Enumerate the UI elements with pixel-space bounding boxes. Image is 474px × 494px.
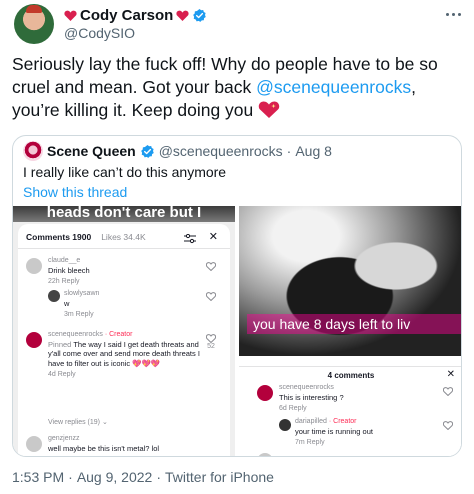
filter-icon[interactable] xyxy=(184,231,196,244)
footer-separator: · xyxy=(68,469,73,485)
comment-pinned: scenequeenrocks · Creator Pinned The way… xyxy=(48,330,200,380)
tweet: Cody Carson @CodySIO Seriously lay the f… xyxy=(0,0,474,494)
comment-username: scenequeenrocks · Creator xyxy=(48,330,200,340)
like-icon[interactable] xyxy=(443,387,453,401)
comments-sheet: 4 comments ✕ scenequeenrocks This is int… xyxy=(239,366,461,456)
comment-text: Pinned The way I said I get death threat… xyxy=(48,340,200,369)
close-icon[interactable]: ✕ xyxy=(209,230,218,243)
comment-text: well maybe be this isn't metal? lol xyxy=(48,443,160,453)
tab-comments[interactable]: Comments 1900 xyxy=(26,232,91,242)
quote-date[interactable]: Aug 8 xyxy=(295,143,332,159)
video-caption-banner: heads don't care but I xyxy=(13,206,235,222)
comment-text: w xyxy=(64,298,70,308)
more-options-button[interactable] xyxy=(442,6,464,22)
quote-header: Scene Queen @scenequeenrocks · Aug 8 xyxy=(23,141,332,161)
show-thread-link[interactable]: Show this thread xyxy=(23,184,127,200)
comment-reply: dariapilled · Creator your time is runni… xyxy=(295,417,435,448)
red-heart-icon xyxy=(176,9,189,21)
comment: claude__e Drink bleech 22h Reply xyxy=(48,256,198,287)
commenter-avatar xyxy=(26,332,42,348)
commenter-avatar xyxy=(26,258,42,274)
comment-username-text: dariapilled xyxy=(295,418,327,425)
commenter-avatar xyxy=(26,436,42,452)
comment-meta[interactable]: 22h Reply xyxy=(48,277,198,287)
comment-username: dariapilled · Creator xyxy=(295,417,435,427)
comments-sheet: Comments 1900 Likes 34.4K ✕ claude__e Dr… xyxy=(18,224,230,456)
like-count: 52 xyxy=(207,343,215,350)
tweet-source[interactable]: Twitter for iPhone xyxy=(165,469,274,485)
threat-overlay-text: you have 8 days left to liv xyxy=(247,314,461,334)
comment-username: slowlysawn xyxy=(64,290,100,297)
close-icon[interactable]: ✕ xyxy=(447,369,455,380)
quote-display-name[interactable]: Scene Queen xyxy=(47,143,136,159)
like-icon[interactable] xyxy=(206,262,216,276)
comment-meta[interactable]: 7m Reply xyxy=(295,438,435,448)
comments-count: 4 comments xyxy=(327,371,375,380)
commenter-avatar xyxy=(48,290,60,302)
footer-separator: · xyxy=(156,469,161,485)
comments-tabs: Comments 1900 Likes 34.4K xyxy=(26,232,146,242)
quote-separator: · xyxy=(286,143,292,159)
comment-text: your time is running out xyxy=(295,426,373,436)
creator-badge: · Creator xyxy=(328,418,357,425)
author-display-name[interactable]: Cody Carson xyxy=(80,7,173,24)
media-image-comments[interactable]: heads don't care but I Comments 1900 Lik… xyxy=(13,206,235,456)
quoted-tweet[interactable]: Scene Queen @scenequeenrocks · Aug 8 I r… xyxy=(12,135,462,457)
tweet-text: Seriously lay the fuck off! Why do peopl… xyxy=(12,53,467,122)
comment-username: claude__e xyxy=(48,257,81,264)
commenter-avatar xyxy=(257,385,273,401)
divider xyxy=(18,248,230,249)
commenter-avatar xyxy=(279,419,291,431)
tweet-footer: 1:53 PM · Aug 9, 2022 · Twitter for iPho… xyxy=(12,469,274,485)
quote-avatar[interactable] xyxy=(23,141,43,161)
comment-username: genzjenzz xyxy=(48,435,80,442)
view-replies-link[interactable]: View replies (19) ⌄ xyxy=(48,418,108,428)
comment-username-text: scenequeenrocks xyxy=(48,331,103,338)
like-icon[interactable] xyxy=(206,292,216,306)
comment: genzjenzz well maybe be this isn't metal… xyxy=(48,434,198,453)
comment-text: Drink bleech xyxy=(48,265,90,275)
author-handle[interactable]: @CodySIO xyxy=(64,25,135,41)
tweet-time[interactable]: 1:53 PM xyxy=(12,469,64,485)
comment-meta[interactable]: 6d Reply xyxy=(279,404,429,414)
quote-handle[interactable]: @scenequeenrocks xyxy=(159,143,283,159)
comment-meta[interactable]: 3m Reply xyxy=(64,310,194,320)
comment-meta[interactable]: 4d Reply xyxy=(48,370,200,380)
creator-badge: · Creator xyxy=(104,331,133,338)
pink-hearts: 💖💖💖 xyxy=(132,358,161,368)
verified-badge-icon xyxy=(192,8,207,23)
comment-username: scenequeenrocks xyxy=(279,384,334,391)
comment-reply: slowlysawn w 3m Reply xyxy=(64,289,194,320)
tab-likes[interactable]: Likes 34.4K xyxy=(101,232,145,242)
comment: scenequeenrocks This is interesting ? 6d… xyxy=(279,383,429,414)
media-image-threat[interactable]: you have 8 days left to liv 4 comments ✕… xyxy=(239,206,461,456)
verified-badge-icon xyxy=(140,144,155,159)
author-avatar[interactable] xyxy=(14,4,54,44)
red-heart-icon xyxy=(64,9,77,21)
tweet-date[interactable]: Aug 9, 2022 xyxy=(77,469,153,485)
red-heart-sparkle-icon xyxy=(258,100,280,120)
comment-body: The way I said I get death threats and y… xyxy=(48,339,200,368)
comment-text: This is interesting ? xyxy=(279,392,344,402)
mention-link[interactable]: @scenequeenrocks xyxy=(256,77,411,97)
author-name-row: Cody Carson xyxy=(64,6,207,24)
quote-text: I really like can’t do this anymore xyxy=(23,164,227,180)
like-icon[interactable] xyxy=(443,421,453,435)
commenter-avatar xyxy=(257,453,273,456)
pinned-label: Pinned xyxy=(48,339,72,349)
quote-media[interactable]: heads don't care but I Comments 1900 Lik… xyxy=(13,206,461,456)
like-button[interactable]: 52 xyxy=(204,334,218,350)
